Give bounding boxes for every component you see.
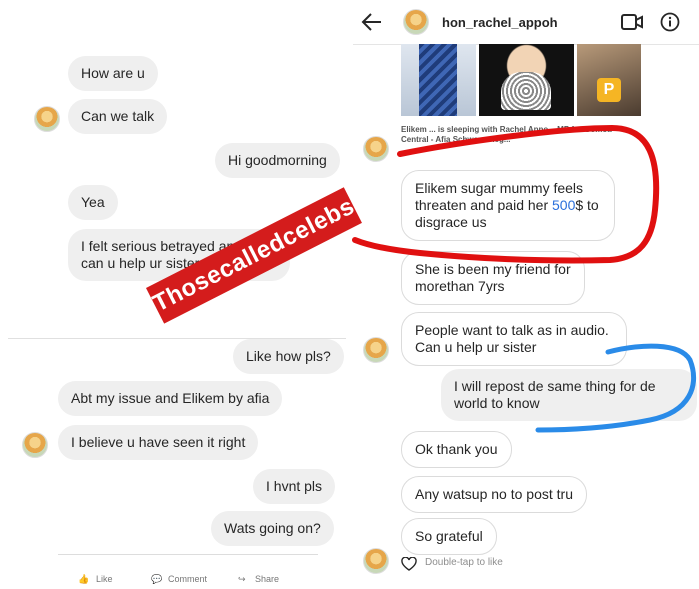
like-button[interactable]: Like — [96, 574, 113, 584]
message-bubble: Abt my issue and Elikem by afia — [58, 381, 283, 416]
message-bubble: Ok thank you — [401, 431, 512, 468]
message-bubble: People want to talk as in audio. Can u h… — [401, 312, 627, 366]
message-bubble: Like how pls? — [233, 339, 344, 374]
avatar[interactable] — [34, 106, 60, 132]
message-bubble: Can we talk — [68, 99, 168, 134]
message-bubble: I believe u have seen it right — [58, 425, 259, 460]
post-image-2[interactable] — [479, 44, 574, 116]
post-figure — [501, 72, 551, 110]
message-bubble: Wats going on? — [211, 511, 334, 546]
message-bubble: She is been my friend for morethan 7yrs — [401, 251, 585, 305]
chat-header: hon_rachel_appoh — [353, 0, 699, 45]
like-icon[interactable]: 👍 — [78, 574, 89, 585]
message-bubble: I will repost de same thing for de world… — [441, 369, 697, 421]
message-bubble: Elikem sugar mummy feels threaten and pa… — [401, 170, 615, 241]
share-button[interactable]: Share — [255, 574, 279, 584]
post-caption[interactable]: Elikem ... is sleeping with Rachel Appo.… — [401, 125, 631, 145]
message-text: Elikem sugar mummy feels threaten and pa… — [415, 180, 599, 230]
chat-username[interactable]: hon_rachel_appoh — [442, 15, 558, 30]
instagram-dm-panel: hon_rachel_appoh P Elikem ... is sleepin… — [353, 0, 699, 588]
message-bubble: Hi goodmorning — [215, 143, 340, 178]
reaction-strip-divider — [58, 554, 318, 559]
double-tap-hint: Double-tap to like — [425, 557, 503, 568]
post-image-3[interactable]: P — [577, 44, 641, 116]
avatar[interactable] — [363, 136, 389, 162]
comment-icon[interactable]: 💬 — [151, 574, 162, 585]
message-bubble: Yea — [68, 185, 118, 220]
logo-icon: P — [597, 78, 621, 102]
heart-icon[interactable] — [401, 557, 417, 571]
video-call-icon[interactable] — [621, 14, 643, 30]
message-bubble: I hvnt pls — [253, 469, 336, 504]
left-chat-panel-bottom: Like how pls? Abt my issue and Elikem by… — [8, 338, 346, 589]
avatar[interactable] — [22, 432, 48, 458]
share-icon[interactable]: ↪ — [238, 574, 246, 585]
message-bubble: So grateful — [401, 518, 497, 555]
avatar[interactable] — [403, 9, 429, 35]
back-arrow-icon[interactable] — [361, 12, 383, 32]
info-icon[interactable] — [660, 12, 680, 32]
avatar[interactable] — [363, 337, 389, 363]
message-bubble: How are u — [68, 56, 158, 91]
post-figure — [419, 44, 457, 116]
post-action-bar: 👍 Like 💬 Comment ↪ Share — [8, 568, 346, 589]
comment-button[interactable]: Comment — [168, 574, 207, 584]
post-image-1[interactable] — [401, 44, 476, 116]
avatar[interactable] — [363, 548, 389, 574]
message-bubble: Any watsup no to post tru — [401, 476, 587, 513]
